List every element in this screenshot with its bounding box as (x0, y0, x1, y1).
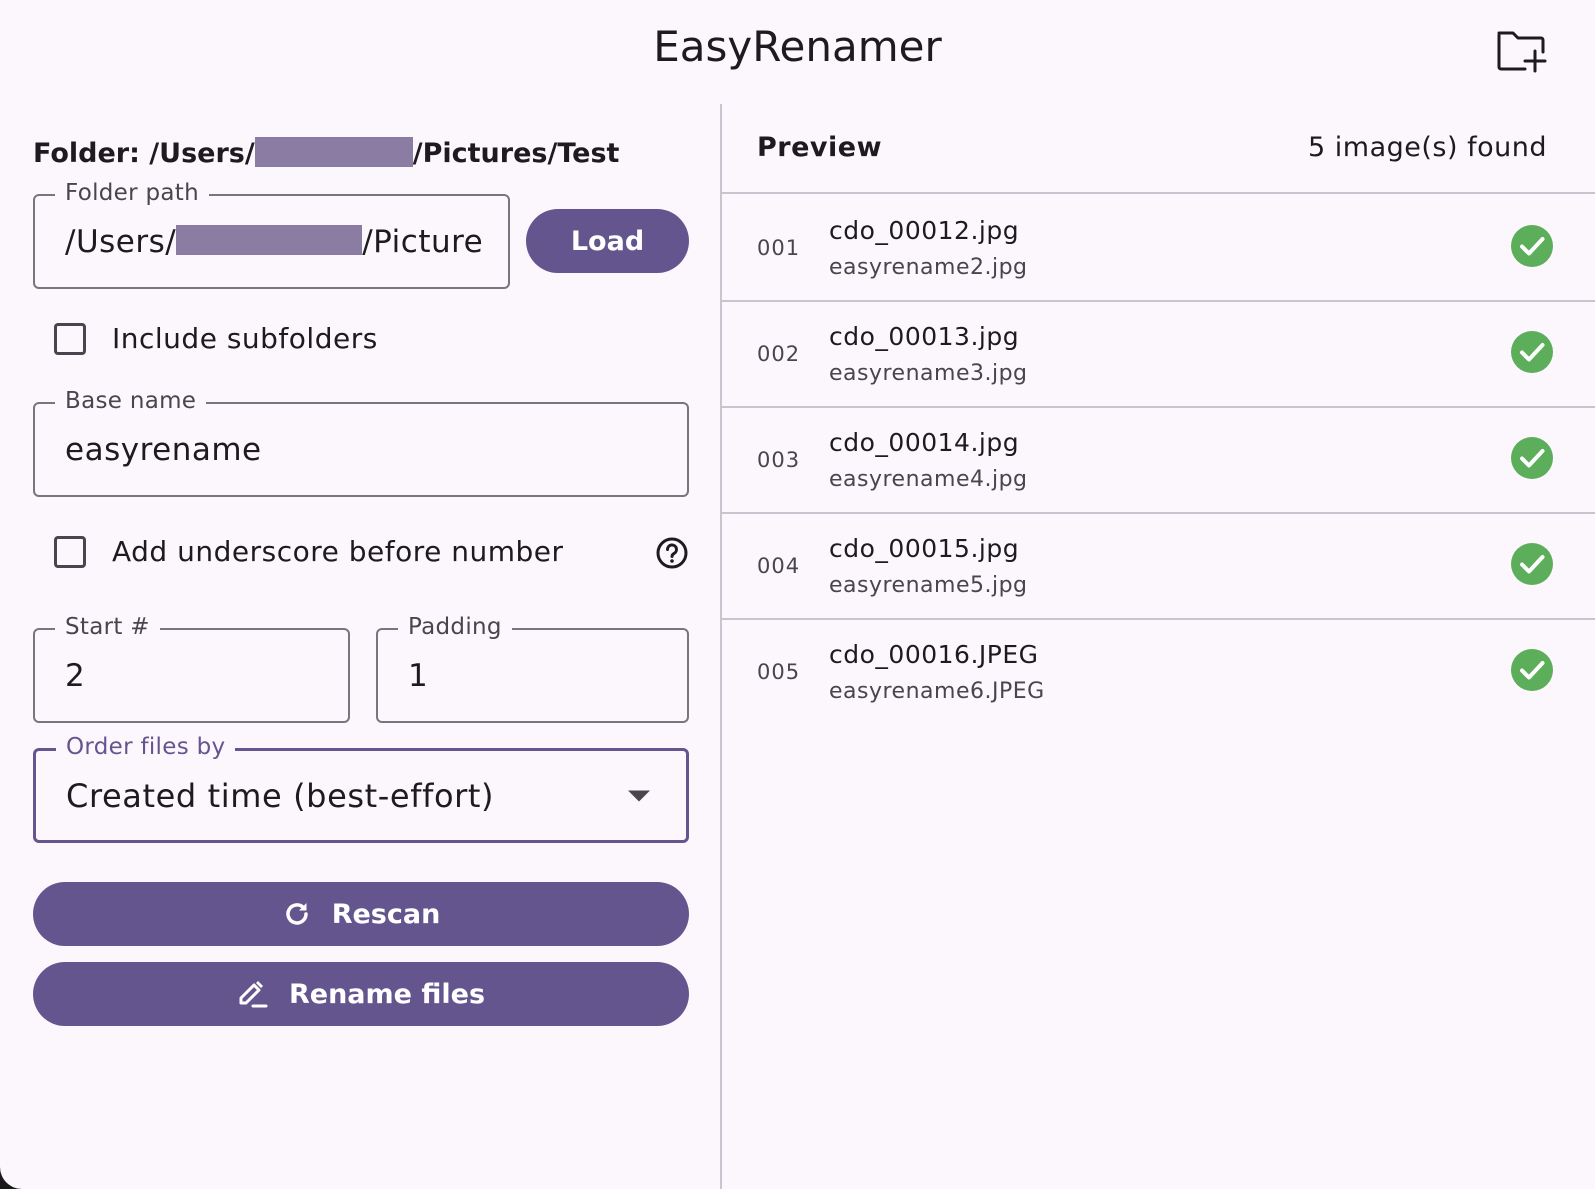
folder-heading-prefix: Folder: /Users/ (33, 138, 255, 169)
preview-panel: Preview 5 image(s) found 001 cdo_00012.j… (722, 104, 1595, 1189)
start-number-input[interactable]: 2 (65, 658, 85, 694)
row-old-name: cdo_00013.jpg (829, 322, 1020, 351)
include-subfolders-checkbox[interactable] (54, 322, 86, 355)
preview-row[interactable]: 001 cdo_00012.jpg easyrename2.jpg (722, 194, 1595, 302)
underscore-row[interactable]: Add underscore before number (54, 535, 564, 568)
folder-path-clip: /Users/ /Picture (35, 196, 508, 287)
row-new-name: easyrename3.jpg (829, 361, 1028, 386)
row-old-name: cdo_00016.JPEG (829, 640, 1039, 669)
folder-heading: Folder: /Users/ /Pictures/Test (33, 136, 620, 169)
order-by-dropdown[interactable]: Order files by Created time (best-effort… (33, 734, 689, 843)
folder-heading-suffix: /Pictures/Test (412, 138, 620, 169)
check-circle-icon (1511, 437, 1553, 479)
check-circle-icon (1511, 225, 1553, 267)
row-new-name: easyrename2.jpg (829, 255, 1028, 280)
rename-files-button[interactable]: Rename files (33, 962, 689, 1026)
folder-path-suffix: /Picture (362, 223, 484, 260)
preview-row[interactable]: 002 cdo_00013.jpg easyrename3.jpg (722, 300, 1595, 408)
row-index: 001 (757, 236, 801, 260)
folder-path-prefix: /Users/ (65, 223, 177, 260)
app-bar: EasyRenamer (0, 0, 1595, 100)
order-by-value: Created time (best-effort) (66, 776, 495, 815)
start-number-label: Start # (55, 614, 160, 640)
padding-field[interactable]: Padding 1 (376, 614, 689, 723)
help-circle-icon[interactable] (655, 536, 689, 570)
check-circle-icon (1511, 331, 1553, 373)
row-index: 003 (757, 448, 801, 472)
app-window: EasyRenamer Folder: /Users/ /Pictures/Tes… (0, 0, 1595, 1189)
folder-plus-icon (1497, 31, 1547, 73)
row-old-name: cdo_00014.jpg (829, 428, 1020, 457)
refresh-icon (285, 903, 308, 925)
row-index: 002 (757, 342, 801, 366)
rescan-label: Rescan (331, 898, 441, 930)
row-new-name: easyrename6.JPEG (829, 679, 1045, 704)
new-folder-button[interactable] (1490, 18, 1552, 80)
check-circle-icon (1511, 543, 1553, 585)
underscore-checkbox[interactable] (54, 535, 86, 568)
include-subfolders-row[interactable]: Include subfolders (54, 322, 378, 355)
app-title: EasyRenamer (653, 22, 942, 71)
row-new-name: easyrename4.jpg (829, 467, 1028, 492)
row-index: 005 (757, 660, 801, 684)
row-index: 004 (757, 554, 801, 578)
preview-title: Preview (757, 132, 883, 163)
row-old-name: cdo_00012.jpg (829, 216, 1020, 245)
preview-row[interactable]: 003 cdo_00014.jpg easyrename4.jpg (722, 406, 1595, 514)
start-number-field[interactable]: Start # 2 (33, 614, 350, 723)
redacted-username (176, 225, 363, 255)
rescan-button[interactable]: Rescan (33, 882, 689, 946)
folder-path-input[interactable]: /Users/ /Picture (65, 224, 483, 260)
dropdown-arrow-icon[interactable] (628, 790, 650, 801)
preview-row[interactable]: 005 cdo_00016.JPEG easyrename6.JPEG (722, 618, 1595, 726)
padding-label: Padding (398, 614, 512, 640)
row-old-name: cdo_00015.jpg (829, 534, 1020, 563)
include-subfolders-label: Include subfolders (112, 322, 378, 355)
row-new-name: easyrename5.jpg (829, 573, 1028, 598)
base-name-input[interactable]: easyrename (65, 432, 262, 468)
redacted-username (254, 136, 413, 167)
underscore-label: Add underscore before number (112, 535, 564, 568)
base-name-label: Base name (55, 388, 207, 414)
check-circle-icon (1511, 649, 1553, 691)
image-count: 5 image(s) found (1308, 132, 1547, 163)
rename-files-label: Rename files (288, 978, 486, 1010)
base-name-field[interactable]: Base name easyrename (33, 388, 689, 497)
preview-row[interactable]: 004 cdo_00015.jpg easyrename5.jpg (722, 512, 1595, 620)
padding-input[interactable]: 1 (408, 658, 428, 694)
edit-pencil-icon (239, 981, 268, 1008)
order-by-label: Order files by (56, 734, 236, 760)
settings-panel: Folder: /Users//Pictures/Test Folder pat… (0, 100, 720, 1189)
preview-header: Preview 5 image(s) found (722, 104, 1595, 194)
load-button[interactable]: Load (526, 209, 689, 273)
folder-path-field[interactable]: Folder path /Users//Picture (33, 180, 510, 289)
